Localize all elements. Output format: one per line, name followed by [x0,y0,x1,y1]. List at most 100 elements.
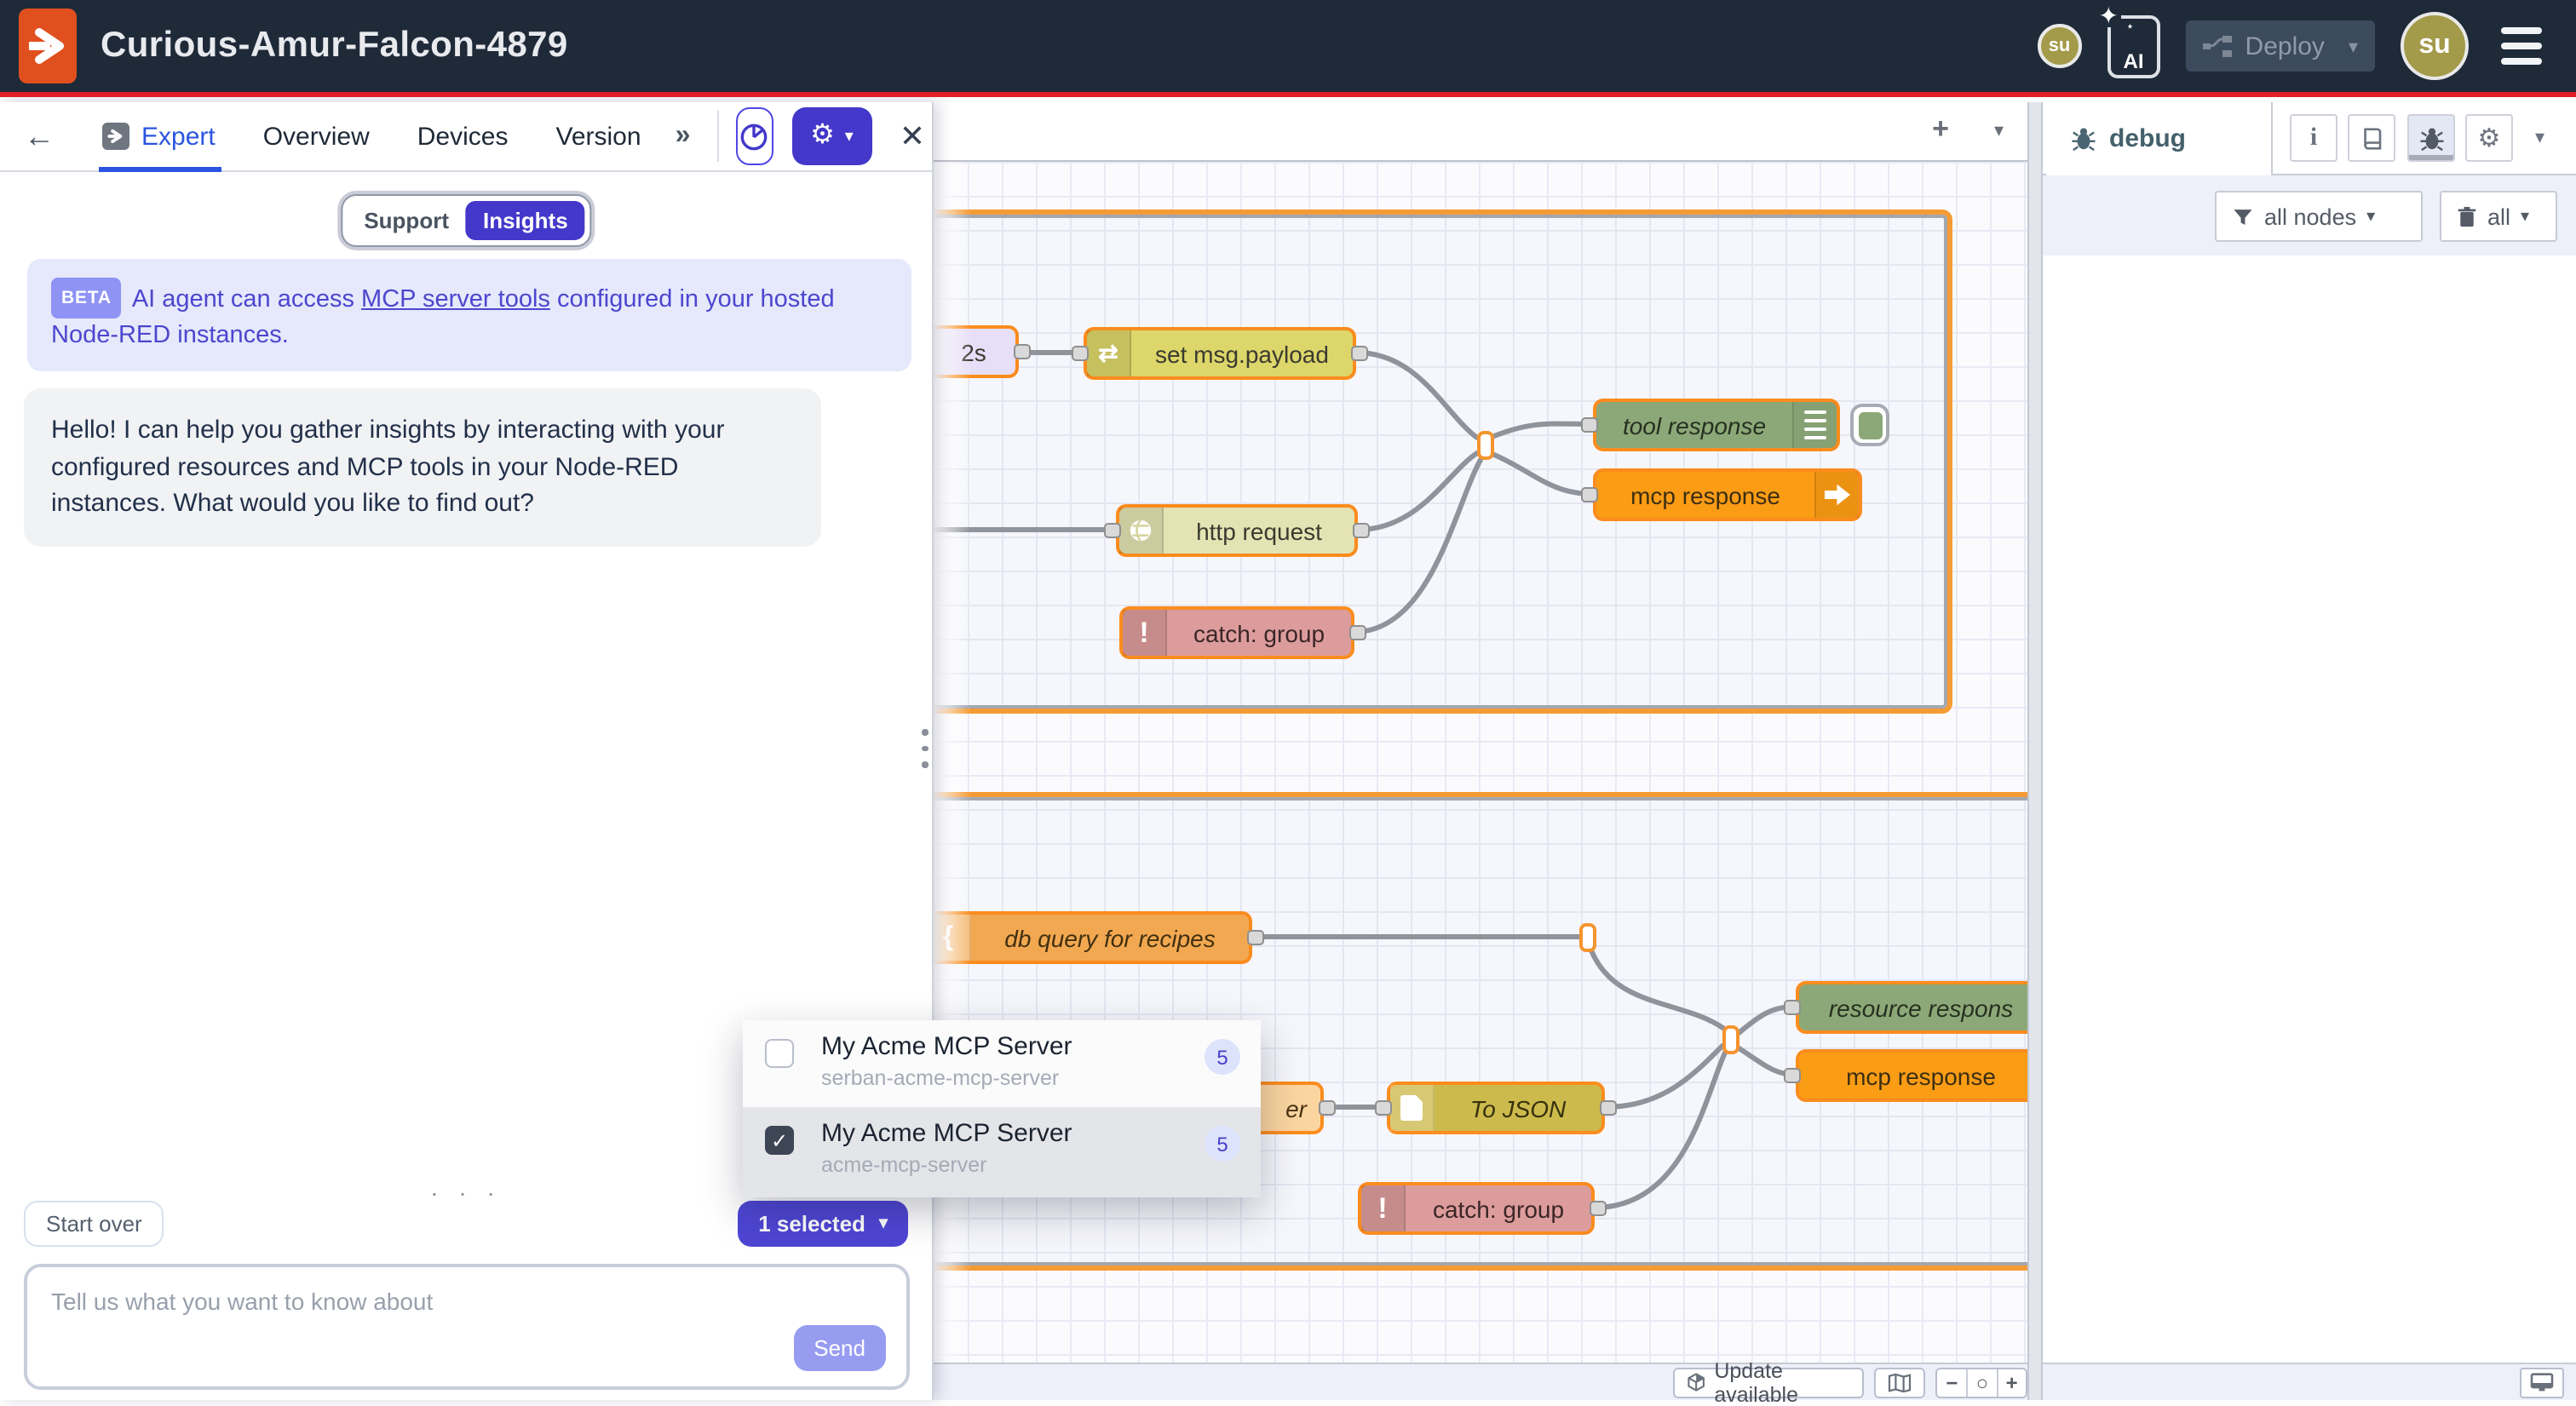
update-available-button[interactable]: Update available [1673,1367,1864,1397]
main-menu-icon[interactable] [2494,20,2549,72]
ai-assistant-icon[interactable]: ✦ ⋆ AI [2107,14,2160,77]
deploy-caret-icon[interactable]: ▾ [2349,35,2358,57]
chat-input[interactable] [27,1267,906,1342]
sidebar-menu-caret-icon[interactable]: ▾ [2535,126,2544,148]
sidebar-resize-handle[interactable] [2027,102,2043,1400]
toggle-insights[interactable]: Insights [466,201,585,240]
flow-node-mcp-response-2[interactable]: mcp response [1796,1049,2027,1102]
tab-expert[interactable]: Expert [102,101,216,171]
node-input-port[interactable] [1784,1068,1801,1083]
node-output-port[interactable] [1349,625,1366,640]
exclamation-icon: ! [1123,610,1167,656]
info-sidebar-button[interactable]: i [2290,114,2337,162]
user-avatar[interactable]: su [2401,12,2469,80]
node-output-port[interactable] [1590,1201,1607,1216]
checkbox-unchecked[interactable] [765,1039,794,1068]
beta-banner: BETAAI agent can access MCP server tools… [27,259,911,371]
minimap-button[interactable] [1874,1367,1925,1397]
deploy-button[interactable]: Deploy ▾ [2186,20,2375,72]
node-input-port[interactable] [1784,1000,1801,1015]
mcp-server-tools-link[interactable]: MCP server tools [361,286,550,313]
flow-node-tool-response[interactable]: tool response [1593,399,1840,451]
node-input-port[interactable] [1072,346,1089,361]
flowfuse-logo[interactable] [19,9,77,83]
tab-overflow-icon[interactable]: » [676,121,691,152]
flow-node-to-json[interactable]: To JSON [1387,1082,1605,1134]
debug-sidebar: debug i ⚙ ▾ [2043,102,2576,1400]
tab-devices[interactable]: Devices [417,101,509,171]
mcp-server-option-1[interactable]: My Acme MCP Server serban-acme-mcp-serve… [743,1020,1261,1107]
zoom-out-button[interactable]: − [1937,1369,1966,1396]
servers-selected-dropdown[interactable]: 1 selected ▾ [738,1201,908,1247]
info-icon: i [2310,123,2317,152]
node-output-port[interactable] [1600,1100,1617,1116]
top-header-bar: Curious-Amur-Falcon-4879 su ✦ ⋆ AI Deplo… [0,0,2576,97]
node-output-port[interactable] [1247,930,1264,945]
history-overflow-dots: · · · [430,1179,502,1206]
flowfuse-logo-icon [29,24,66,68]
flow-node-db-query[interactable]: { db query for recipes [934,911,1252,964]
book-icon [2359,125,2384,151]
debug-tabstrip: debug i ⚙ ▾ [2043,102,2576,175]
change-node-icon: ⇄ [1087,330,1131,376]
pie-chart-icon [738,120,770,152]
flow-node-mcp-response-1[interactable]: mcp response [1593,468,1862,521]
zoom-in-button[interactable]: + [1996,1369,2026,1396]
toggle-support[interactable]: Support [347,201,466,240]
tab-overview[interactable]: Overview [263,101,370,171]
flow-node-set-msg-payload[interactable]: ⇄ set msg.payload [1084,327,1356,380]
debug-filter-label: all nodes [2264,204,2356,229]
wire-junction-2[interactable] [1579,923,1596,952]
send-button[interactable]: Send [793,1325,886,1371]
panel-resize-dots[interactable] [922,729,928,767]
node-input-port[interactable] [1104,523,1121,538]
debug-enable-toggle[interactable] [1850,404,1889,446]
assigned-user-avatar[interactable]: su [2038,24,2082,68]
node-output-port[interactable] [1319,1100,1336,1116]
flow-node-catch-group-2[interactable]: ! catch: group [1358,1182,1595,1235]
funnel-icon [2232,205,2254,227]
mcp-server-option-2[interactable]: ✓ My Acme MCP Server acme-mcp-server 5 [743,1107,1261,1197]
tab-debug[interactable]: debug [2046,102,2273,175]
help-sidebar-button[interactable] [2348,114,2395,162]
flow-canvas[interactable]: 2s ⇄ set msg.payload tool response mcp r… [934,162,2027,1400]
settings-sidebar-button[interactable]: ⚙ [2465,114,2513,162]
node-input-port[interactable] [1581,487,1598,502]
node-output-port[interactable] [1351,346,1368,361]
insights-chart-button[interactable] [736,107,773,165]
close-icon[interactable]: ✕ [893,118,932,154]
checkbox-checked[interactable]: ✓ [765,1126,794,1155]
flow-node-http-request[interactable]: http request [1116,504,1358,557]
start-over-button[interactable]: Start over [24,1201,164,1247]
flow-node-inject-2s[interactable]: 2s [934,325,1019,378]
settings-caret-icon: ▾ [845,127,854,146]
flow-node-resource-response[interactable]: resource respons [1796,981,2027,1034]
debug-sidebar-button[interactable] [2407,114,2455,162]
node-output-port[interactable] [1014,344,1031,359]
debug-footer [2043,1363,2576,1400]
node-input-port[interactable] [1581,417,1598,433]
back-arrow-icon[interactable]: ← [24,118,55,154]
node-output-port[interactable] [1353,523,1370,538]
assistant-settings-button[interactable]: ⚙ ▾ [791,107,872,165]
globe-icon [1119,508,1164,554]
deploy-label: Deploy [2245,32,2325,60]
wire-junction-3[interactable] [1722,1025,1739,1054]
tabbar-divider [717,111,718,162]
node-input-port[interactable] [1375,1100,1392,1116]
tab-version[interactable]: Version [555,101,641,171]
flow-node-catch-group-1[interactable]: ! catch: group [1119,606,1354,659]
debug-clear-button[interactable]: all ▾ [2440,191,2557,242]
mcp-server-dropdown: My Acme MCP Server serban-acme-mcp-serve… [743,1020,1261,1197]
debug-filter-button[interactable]: all nodes ▾ [2215,191,2423,242]
tab-version-label: Version [555,101,641,171]
zoom-reset-button[interactable]: ○ [1967,1369,1997,1396]
json-file-icon [1390,1085,1435,1131]
instance-title: Curious-Amur-Falcon-4879 [101,26,568,66]
open-in-window-button[interactable] [2520,1368,2564,1398]
canvas-footer-bar: Update available − ○ + [934,1363,2027,1400]
wire-junction-1[interactable] [1477,431,1494,460]
flow-list-caret-icon[interactable]: ▾ [1994,119,2004,141]
bug-icon [2070,126,2097,152]
add-flow-button[interactable]: + [1932,112,1949,146]
